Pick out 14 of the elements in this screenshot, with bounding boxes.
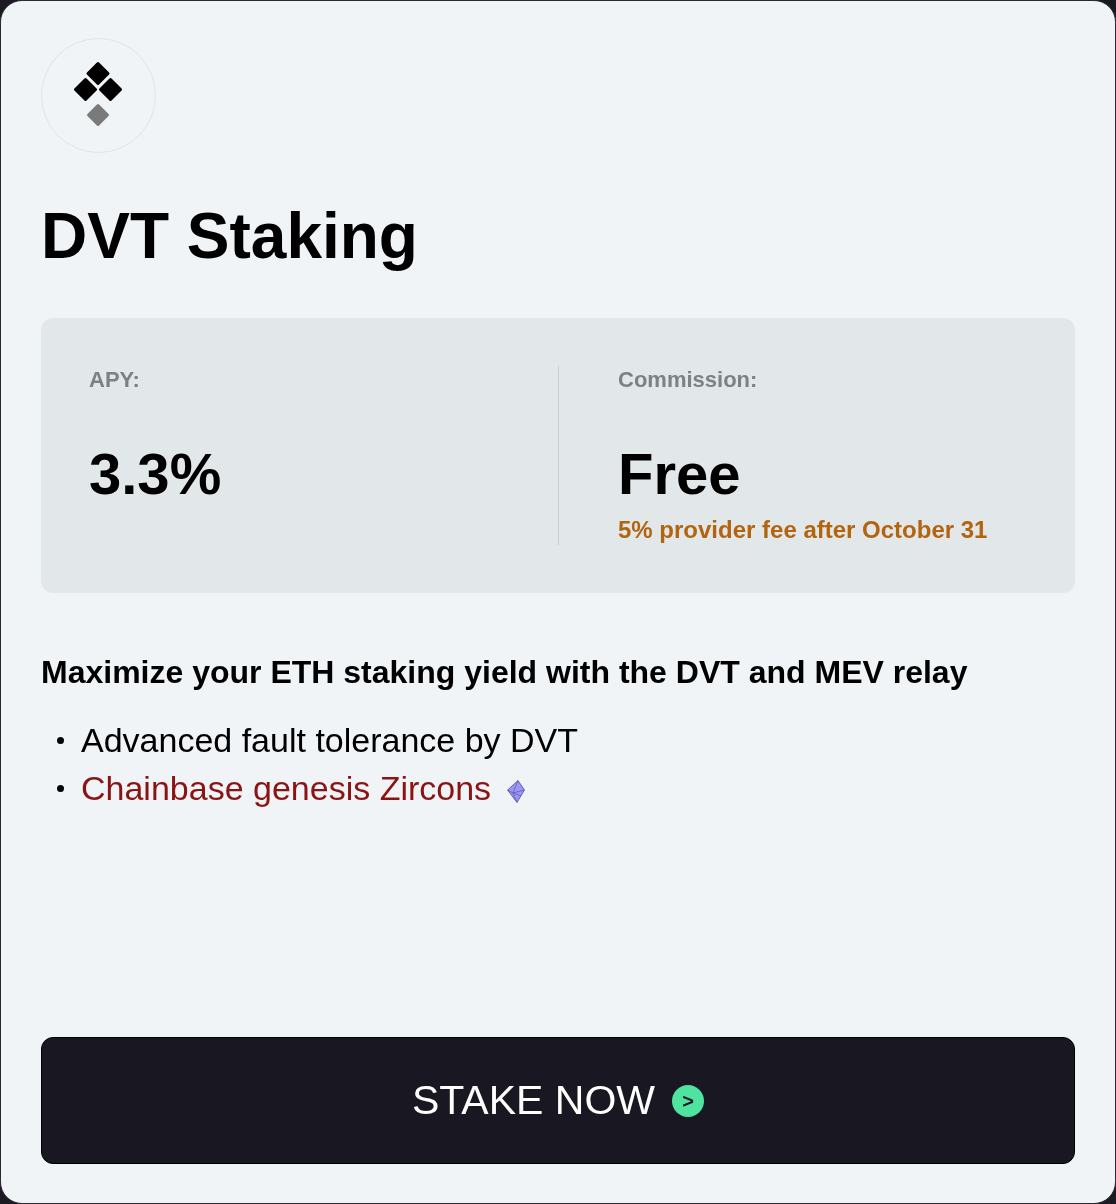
stat-label: APY: bbox=[89, 366, 140, 394]
feature-text: Advanced fault tolerance by DVT bbox=[81, 720, 579, 761]
stat-value: 3.3% bbox=[89, 445, 222, 503]
crystal-icon bbox=[507, 779, 526, 803]
fee-note: 5% provider fee after October 31 bbox=[618, 515, 988, 545]
chevron-icon: > bbox=[672, 1084, 704, 1117]
stat-label: Commission: bbox=[618, 366, 758, 394]
bullet-icon bbox=[57, 736, 64, 744]
stake-now-button[interactable]: STAKE NOW > bbox=[41, 1037, 1075, 1164]
stat-value: Free bbox=[618, 445, 741, 503]
description-heading: Maximize your ETH staking yield with the DVT and MEV relay bbox=[41, 654, 968, 690]
feature-link[interactable]: Chainbase genesis Zircons bbox=[81, 764, 492, 812]
page-title: DVT Staking bbox=[41, 199, 418, 274]
bullet-icon bbox=[57, 784, 64, 792]
